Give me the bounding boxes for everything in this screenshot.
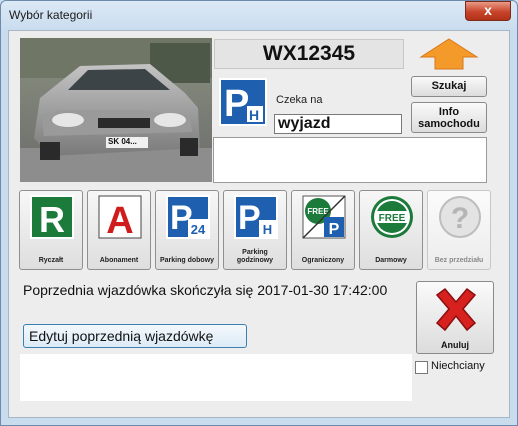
vehicle-photo: SK 04... bbox=[20, 38, 212, 182]
category-darmowy-button[interactable]: FREE Darmowy bbox=[359, 190, 423, 270]
category-bez-przedzialu-button[interactable]: ? Bez przedziału bbox=[427, 190, 491, 270]
dialog-client-area: SK 04... WX12345 Szukaj Info samochodu P… bbox=[8, 30, 510, 418]
cancel-button[interactable]: Anuluj bbox=[416, 281, 494, 354]
category-label: Abonament bbox=[99, 257, 139, 264]
category-label: Bez przedziału bbox=[434, 257, 484, 264]
svg-text:H: H bbox=[249, 107, 259, 123]
svg-text:P: P bbox=[329, 221, 340, 238]
category-label: Parking dobowy bbox=[159, 257, 215, 264]
svg-text:P: P bbox=[238, 199, 261, 237]
category-ryczalt-button[interactable]: R Ryczałt bbox=[19, 190, 83, 270]
photo-plate-text: SK 04... bbox=[108, 137, 137, 146]
svg-text:P: P bbox=[224, 83, 249, 125]
bottom-panel bbox=[20, 354, 412, 401]
unwanted-checkbox[interactable] bbox=[415, 361, 428, 374]
category-label: Ryczałt bbox=[38, 257, 64, 264]
close-icon: x bbox=[484, 2, 492, 18]
question-icon: ? bbox=[439, 196, 481, 238]
category-parking-godzinowy-button[interactable]: P H Parking godzinowy bbox=[223, 190, 287, 270]
close-button[interactable]: x bbox=[465, 1, 511, 21]
parking-hourly-icon: P H bbox=[219, 78, 267, 126]
license-plate-display: WX12345 bbox=[214, 39, 404, 69]
svg-text:R: R bbox=[39, 199, 65, 239]
svg-text:24: 24 bbox=[191, 222, 206, 237]
previous-pass-message: Poprzednia wjazdówka skończyła się 2017-… bbox=[23, 282, 388, 298]
svg-text:FREE: FREE bbox=[379, 213, 406, 224]
svg-text:H: H bbox=[263, 222, 272, 237]
cancel-label: Anuluj bbox=[441, 340, 469, 350]
category-ograniczony-button[interactable]: FREE P Ograniczony bbox=[291, 190, 355, 270]
red-x-icon bbox=[435, 287, 477, 332]
wait-field[interactable]: wyjazd bbox=[274, 114, 402, 134]
category-label: Darmowy bbox=[375, 257, 407, 264]
wait-label: Czeka na bbox=[276, 94, 323, 106]
search-button[interactable]: Szukaj bbox=[411, 76, 487, 97]
edit-previous-button[interactable]: Edytuj poprzednią wjazdówkę bbox=[23, 324, 247, 348]
free-icon: FREE bbox=[371, 196, 413, 238]
svg-text:?: ? bbox=[451, 202, 469, 235]
parking-24-icon: P 24 bbox=[166, 195, 210, 239]
free-p-icon: FREE P bbox=[302, 195, 346, 239]
category-label: Ograniczony bbox=[301, 257, 345, 264]
category-parking-dobowy-button[interactable]: P 24 Parking dobowy bbox=[155, 190, 219, 270]
r-green-icon: R bbox=[30, 195, 74, 239]
vehicle-info-button[interactable]: Info samochodu bbox=[411, 102, 487, 133]
a-red-icon: A bbox=[98, 195, 142, 239]
parking-h-icon: P H bbox=[234, 195, 278, 239]
category-label: Parking godzinowy bbox=[236, 249, 274, 264]
category-abonament-button[interactable]: A Abonament bbox=[87, 190, 151, 270]
window-title: Wybór kategorii bbox=[9, 8, 93, 22]
info-text-area[interactable] bbox=[213, 137, 487, 183]
svg-text:A: A bbox=[106, 200, 133, 239]
unwanted-checkbox-label: Niechciany bbox=[431, 360, 485, 372]
up-arrow-button[interactable] bbox=[419, 37, 479, 71]
up-arrow-icon bbox=[419, 38, 479, 70]
